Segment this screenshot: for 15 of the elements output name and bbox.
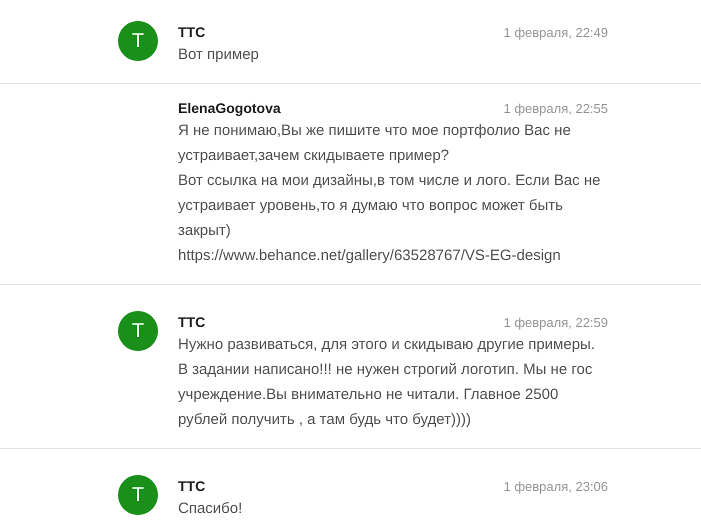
- message-time: 1 февраля, 23:06: [503, 478, 608, 494]
- author-name: TTC: [178, 314, 206, 330]
- message-text: Нужно развиваться, для этого и скидываю другие примеры. В задании написано!!! не нужен строгий логотип. Мы не гос учреждение.Вы внимательно не читали. Главное 2500 рублей получить , а там будь что будет)))): [178, 335, 596, 430]
- author-name: ElenaGogotova: [178, 100, 281, 116]
- avatar: T: [118, 311, 158, 351]
- message-text: Спасибо!: [178, 499, 244, 519]
- author-name: TTC: [178, 478, 206, 494]
- message-time: 1 февраля, 22:55: [503, 100, 608, 116]
- avatar: T: [118, 475, 158, 515]
- message-text: Я не понимаю,Вы же пишите что мое портфолио Вас не устраивает,зачем скидываете пример? Вот ссылка на мои дизайны,в том числе и лого. Если Вас не устраивает уровень,то я думаю что вопрос может быть закрыт) https://www.behance.net/gallery/63528767/VS-EG-design: [178, 121, 602, 266]
- author-name: TTC: [178, 24, 206, 40]
- avatar: T: [118, 21, 158, 61]
- message-time: 1 февраля, 22:49: [503, 24, 608, 40]
- message-time: 1 февраля, 22:59: [503, 314, 608, 330]
- message-text: Вот пример: [178, 45, 260, 65]
